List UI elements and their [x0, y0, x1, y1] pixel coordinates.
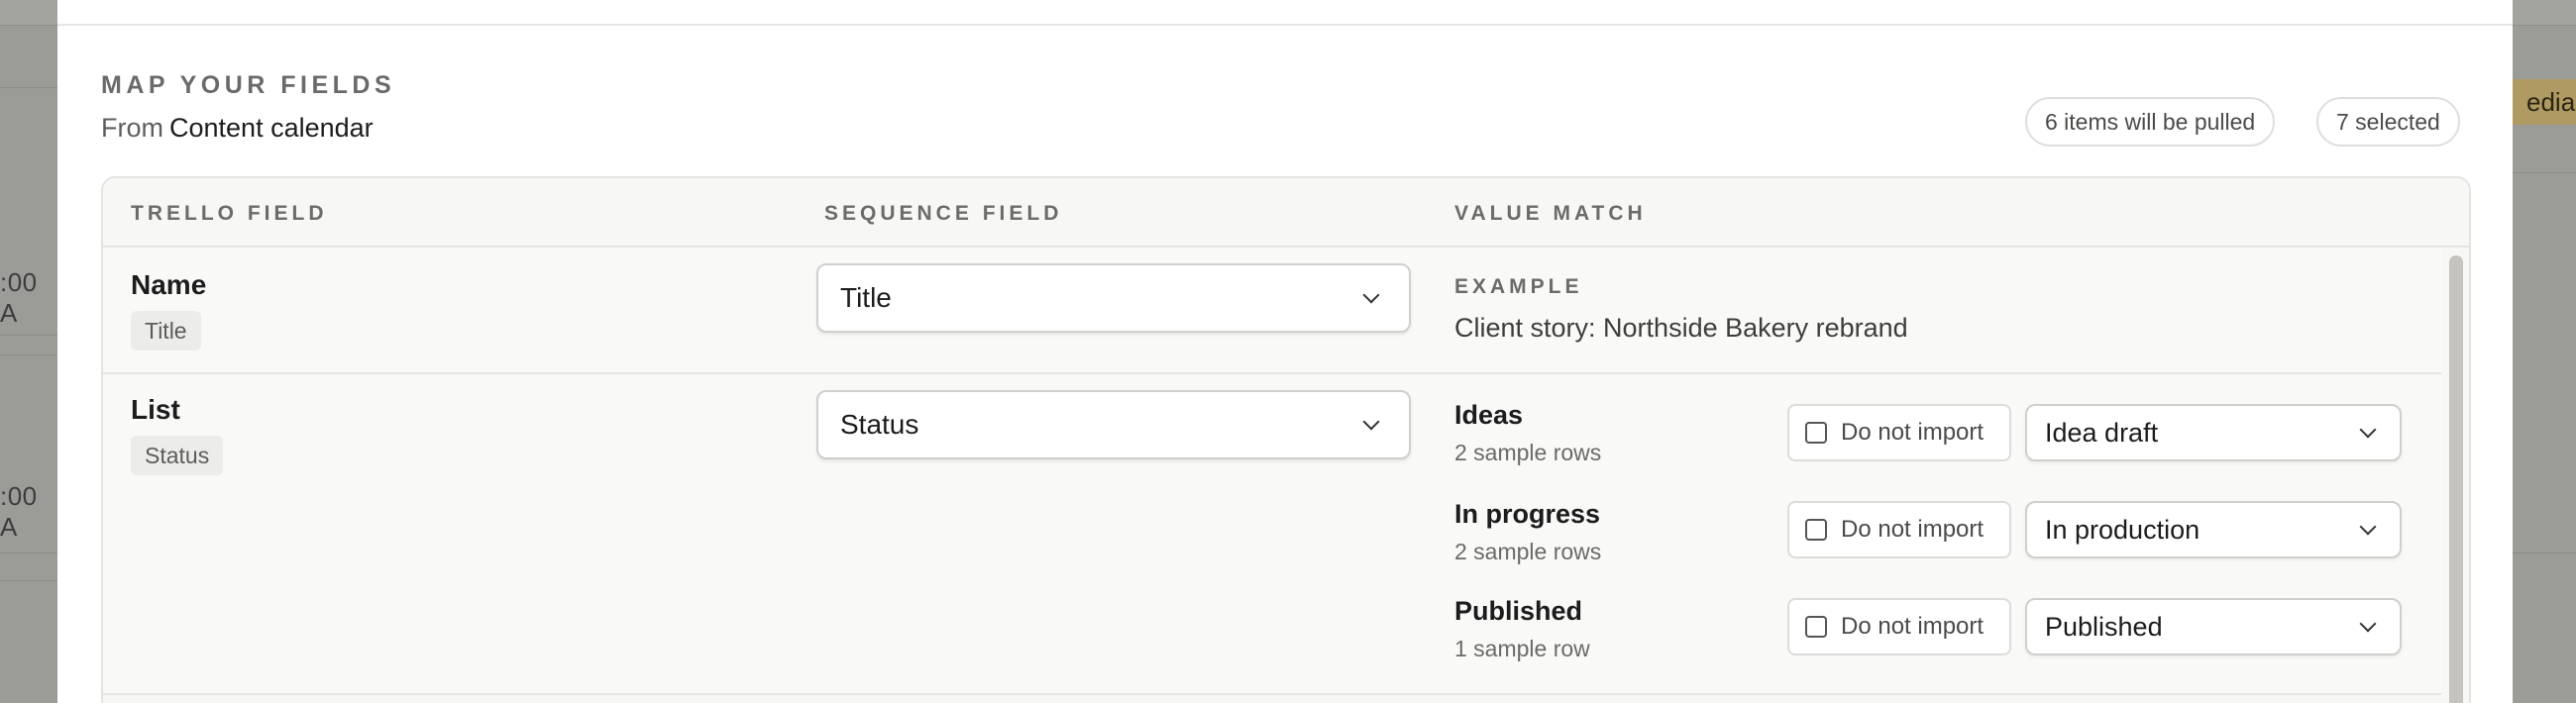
trello-field-name: Name: [131, 269, 207, 300]
value-name-in-progress: In progress: [1454, 499, 1601, 529]
header-value-match: VALUE MATCH: [1454, 202, 1647, 225]
header-trello-field: TRELLO FIELD: [131, 202, 328, 225]
sequence-field-select-status[interactable]: Status: [816, 390, 1411, 459]
checkbox-icon[interactable]: [1805, 616, 1827, 638]
do-not-import-toggle-published[interactable]: Do not import: [1787, 598, 2011, 655]
value-sample-count: 2 sample rows: [1454, 440, 1602, 465]
field-mapping-table: TRELLO FIELD SEQUENCE FIELD VALUE MATCH …: [101, 176, 2471, 703]
background-row-divider: [2513, 552, 2576, 553]
background-time-label: :00 A: [0, 267, 38, 328]
value-map-select-value: Published: [2045, 611, 2163, 642]
background-row-divider: [0, 552, 57, 553]
value-map-select-value: Idea draft: [2045, 417, 2159, 448]
do-not-import-label: Do not import: [1841, 516, 1985, 543]
value-map-select-ideas[interactable]: Idea draft: [2025, 404, 2402, 461]
background-time-column: :00 A :00 A: [0, 26, 57, 703]
value-map-select-in-progress[interactable]: In production: [2025, 501, 2402, 558]
table-header: TRELLO FIELD SEQUENCE FIELD VALUE MATCH: [103, 178, 2469, 248]
background-event-tag: edia r: [2513, 79, 2576, 125]
chevron-down-icon: [2359, 615, 2377, 633]
table-row-name: Name Title Title EXAMPLE Client story: N…: [103, 248, 2441, 374]
sequence-field-select-title[interactable]: Title: [816, 263, 1411, 333]
header-sequence-field: SEQUENCE FIELD: [824, 202, 1063, 225]
background-row-divider: [0, 335, 57, 336]
source-line: From Content calendar: [101, 113, 374, 144]
background-time-label: :00 A: [0, 481, 38, 542]
source-prefix: From: [101, 113, 163, 143]
value-map-select-published[interactable]: Published: [2025, 598, 2402, 655]
chevron-down-icon: [2359, 421, 2377, 439]
trello-field-name: List: [131, 394, 180, 425]
background-row-divider: [0, 580, 57, 581]
do-not-import-toggle-in-progress[interactable]: Do not import: [1787, 501, 2011, 558]
background-row-divider: [0, 87, 57, 88]
do-not-import-label: Do not import: [1841, 419, 1985, 446]
items-pulled-badge: 6 items will be pulled: [2025, 97, 2276, 147]
section-title: MAP YOUR FIELDS: [101, 71, 396, 99]
modal-header-divider: [57, 24, 2513, 26]
value-map-select-value: In production: [2045, 514, 2200, 545]
sequence-field-select-value: Status: [840, 409, 919, 440]
do-not-import-toggle-ideas[interactable]: Do not import: [1787, 404, 2011, 461]
do-not-import-label: Do not import: [1841, 613, 1985, 640]
map-fields-modal: MAP YOUR FIELDS From Content calendar 6 i…: [57, 0, 2513, 703]
source-board-name: Content calendar: [169, 113, 374, 143]
sequence-field-select-value: Title: [840, 282, 892, 313]
example-value: Client story: Northside Bakery rebrand: [1454, 313, 1908, 343]
value-name-ideas: Ideas: [1454, 400, 1524, 430]
checkbox-icon[interactable]: [1805, 519, 1827, 541]
value-name-published: Published: [1454, 596, 1583, 626]
example-label: EXAMPLE: [1454, 275, 1583, 298]
value-sample-count: 1 sample row: [1454, 636, 1590, 661]
selected-count-badge: 7 selected: [2316, 97, 2460, 147]
trello-field-type-chip: Title: [131, 311, 201, 351]
chevron-down-icon: [2359, 518, 2377, 536]
background-event-tag-label: edia r: [2526, 87, 2576, 117]
background-event-column: [2513, 26, 2576, 703]
chevron-down-icon: [1362, 286, 1380, 304]
value-sample-count: 2 sample rows: [1454, 539, 1602, 564]
table-row-list: List Status Status Ideas 2 sample rows D…: [103, 374, 2441, 695]
trello-field-type-chip: Status: [131, 436, 224, 475]
background-row-divider: [2513, 172, 2576, 173]
scrollbar-thumb[interactable]: [2449, 255, 2463, 703]
background-row-divider: [0, 354, 57, 355]
chevron-down-icon: [1362, 413, 1380, 431]
checkbox-icon[interactable]: [1805, 422, 1827, 444]
